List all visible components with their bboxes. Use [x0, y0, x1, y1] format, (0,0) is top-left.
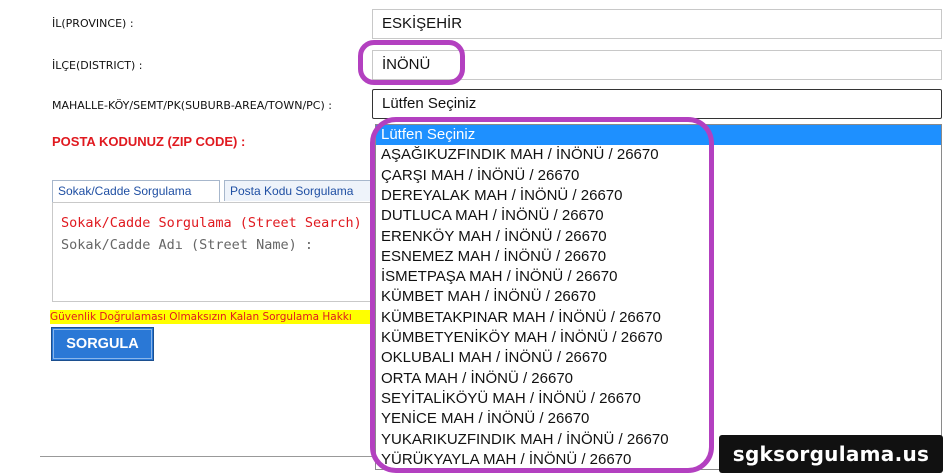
street-name-label: Sokak/Cadde Adı (Street Name) : — [61, 237, 313, 253]
remaining-queries-warning: Güvenlik Doğrulaması Olmaksızın Kalan So… — [50, 310, 380, 324]
dropdown-option[interactable]: İSMETPAŞA MAH / İNÖNÜ / 26670 — [376, 267, 941, 287]
tab-zip-code-search[interactable]: Posta Kodu Sorgulama — [224, 180, 384, 201]
province-field[interactable]: ESKİŞEHİR — [372, 9, 942, 39]
dropdown-option[interactable]: ESNEMEZ MAH / İNÖNÜ / 26670 — [376, 247, 941, 267]
province-label: İL(PROVINCE) : — [52, 17, 134, 30]
site-watermark: sgksorgulama.us — [719, 435, 943, 473]
dropdown-option[interactable]: DEREYALAK MAH / İNÖNÜ / 26670 — [376, 186, 941, 206]
dropdown-option[interactable]: OKLUBALI MAH / İNÖNÜ / 26670 — [376, 348, 941, 368]
district-field[interactable]: İNÖNÜ — [372, 50, 942, 80]
suburb-select[interactable]: Lütfen Seçiniz — [372, 89, 942, 119]
dropdown-option[interactable]: AŞAĞIKUZFINDIK MAH / İNÖNÜ / 26670 — [376, 145, 941, 165]
dropdown-option[interactable]: ORTA MAH / İNÖNÜ / 26670 — [376, 369, 941, 389]
dropdown-option[interactable]: SEYİTALİKÖYÜ MAH / İNÖNÜ / 26670 — [376, 389, 941, 409]
dropdown-option[interactable]: KÜMBETYENİKÖY MAH / İNÖNÜ / 26670 — [376, 328, 941, 348]
suburb-dropdown-list[interactable]: Lütfen Seçiniz AŞAĞIKUZFINDIK MAH / İNÖNÜ… — [375, 124, 942, 470]
dropdown-option[interactable]: ÇARŞI MAH / İNÖNÜ / 26670 — [376, 166, 941, 186]
dropdown-option[interactable]: KÜMBET MAH / İNÖNÜ / 26670 — [376, 287, 941, 307]
dropdown-option[interactable]: KÜMBETAKPINAR MAH / İNÖNÜ / 26670 — [376, 308, 941, 328]
query-button[interactable]: SORGULA — [51, 327, 154, 361]
suburb-label: MAHALLE-KÖY/SEMT/PK(SUBURB-AREA/TOWN/PC)… — [52, 99, 332, 112]
tab-street-search[interactable]: Sokak/Cadde Sorgulama — [52, 180, 220, 202]
dropdown-option[interactable]: DUTLUCA MAH / İNÖNÜ / 26670 — [376, 206, 941, 226]
dropdown-option[interactable]: Lütfen Seçiniz — [376, 125, 941, 145]
zip-code-label: POSTA KODUNUZ (ZIP CODE) : — [52, 134, 246, 149]
panel-title: Sokak/Cadde Sorgulama (Street Search) — [61, 215, 362, 231]
dropdown-option[interactable]: YENİCE MAH / İNÖNÜ / 26670 — [376, 409, 941, 429]
district-label: İLÇE(DISTRICT) : — [52, 59, 143, 72]
street-search-panel: Sokak/Cadde Sorgulama (Street Search) So… — [52, 202, 382, 302]
dropdown-option[interactable]: ERENKÖY MAH / İNÖNÜ / 26670 — [376, 227, 941, 247]
